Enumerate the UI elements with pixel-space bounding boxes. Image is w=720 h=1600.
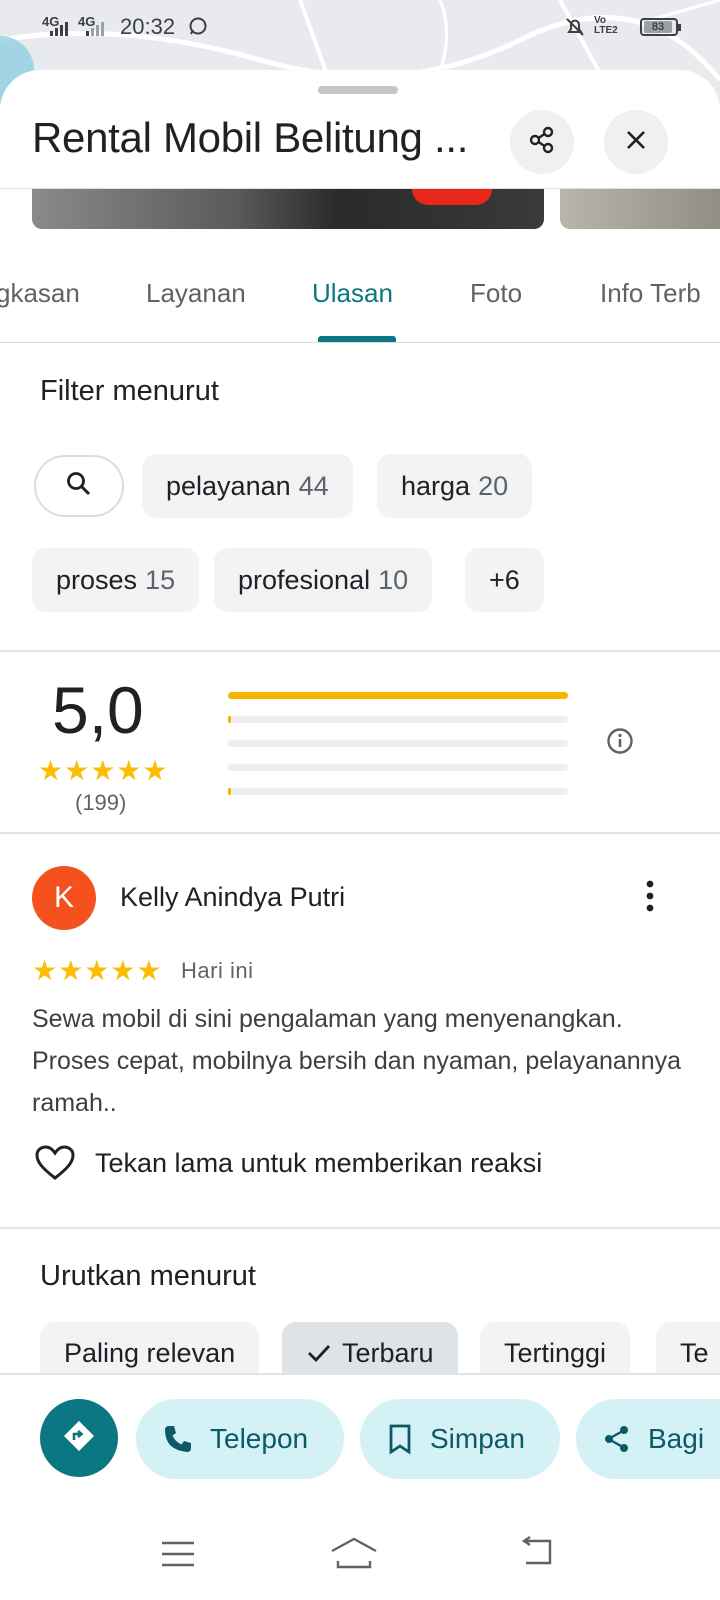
heart-icon[interactable]	[34, 1144, 76, 1187]
chip-count: 15	[145, 564, 176, 595]
filter-chip-pelayanan[interactable]: pelayanan 44	[142, 454, 353, 518]
tab-layanan[interactable]: Layanan	[146, 278, 246, 309]
sort-option-label: Paling relevan	[64, 1337, 236, 1368]
review-stars: ★★★★★	[32, 955, 163, 986]
review-count: (199)	[75, 790, 127, 815]
tab-ringkasan[interactable]: gkasan	[0, 278, 80, 309]
system-nav-bar	[0, 1513, 720, 1600]
directions-button[interactable]	[40, 1399, 118, 1477]
close-button[interactable]	[604, 110, 668, 174]
share-label: Bagi	[648, 1423, 705, 1454]
rating-bar-4	[228, 716, 568, 723]
call-label: Telepon	[210, 1423, 309, 1454]
tab-ulasan[interactable]: Ulasan	[312, 278, 393, 309]
chip-label: proses	[56, 564, 138, 595]
review-date: Hari ini	[181, 958, 254, 983]
menu-icon[interactable]	[160, 1539, 196, 1574]
divider	[0, 832, 720, 834]
action-bar: Telepon Simpan Bagi	[0, 1373, 720, 1515]
drag-handle[interactable]	[318, 86, 398, 94]
mute-notification-icon	[564, 16, 586, 43]
photo-strip[interactable]	[0, 188, 720, 231]
battery-icon: 83	[640, 18, 681, 36]
back-icon[interactable]	[520, 1535, 556, 1574]
search-reviews-button[interactable]	[34, 455, 124, 517]
rating-bar-fill	[228, 788, 231, 795]
signal-icon	[86, 20, 106, 36]
more-filters-chip[interactable]: +6	[465, 548, 544, 612]
rating-bar-3	[228, 740, 568, 747]
whatsapp-icon	[188, 16, 208, 41]
chip-label: harga	[401, 470, 471, 501]
search-icon	[65, 470, 93, 503]
reviewer-avatar[interactable]: K	[32, 866, 96, 930]
tab-info[interactable]: Info Terb	[600, 278, 701, 309]
signal-icon	[50, 20, 70, 36]
filter-chip-harga[interactable]: harga 20	[377, 454, 533, 518]
more-options-icon[interactable]	[636, 876, 664, 921]
share-icon	[602, 1424, 648, 1454]
filter-chip-profesional[interactable]: profesional 10	[214, 548, 433, 612]
rating-bar-5	[228, 692, 568, 699]
chip-label: +6	[489, 564, 520, 595]
sort-option-label: Terbaru	[342, 1337, 434, 1368]
tab-bar: gkasan Layanan Ulasan Foto Info Terb	[0, 266, 720, 343]
info-icon[interactable]	[606, 727, 634, 760]
bookmark-icon	[386, 1423, 430, 1455]
place-title: Rental Mobil Belitung ...	[32, 114, 469, 161]
rating-bar-fill	[228, 692, 568, 699]
call-button[interactable]: Telepon	[136, 1399, 344, 1479]
save-label: Simpan	[430, 1423, 525, 1454]
sort-option-label: Te	[680, 1337, 709, 1368]
rating-bar-1	[228, 788, 568, 795]
sort-option-label: Tertinggi	[504, 1337, 607, 1368]
rating-bar-fill	[228, 716, 231, 723]
sort-heading: Urutkan menurut	[40, 1260, 256, 1292]
home-icon[interactable]	[330, 1535, 378, 1576]
phone-icon	[162, 1423, 210, 1455]
average-rating: 5,0	[52, 673, 144, 747]
filter-heading: Filter menurut	[40, 375, 219, 407]
divider	[0, 650, 720, 652]
battery-level: 83	[644, 21, 672, 33]
active-tab-indicator	[318, 336, 396, 342]
directions-icon	[62, 1419, 96, 1458]
status-time: 20:32	[120, 14, 176, 39]
review-text[interactable]: Sewa mobil di sini pengalaman yang menye…	[32, 998, 702, 1124]
share-place-button[interactable]: Bagi	[576, 1399, 720, 1479]
place-photo[interactable]	[560, 189, 720, 229]
place-sheet: Rental Mobil Belitung ... gkasan Layanan…	[0, 70, 720, 1600]
status-bar: 4G 4G 20:32 Vo LTE2 83	[0, 0, 720, 56]
tab-foto[interactable]: Foto	[470, 278, 522, 309]
chip-count: 20	[478, 470, 509, 501]
close-icon	[624, 128, 648, 157]
place-photo[interactable]	[32, 189, 544, 229]
chip-label: pelayanan	[166, 470, 291, 501]
rating-stars: ★★★★★	[38, 755, 169, 786]
rating-bar-2	[228, 764, 568, 771]
check-icon	[306, 1342, 332, 1364]
share-icon	[527, 125, 557, 160]
filter-chip-proses[interactable]: proses 15	[32, 548, 200, 612]
reaction-hint: Tekan lama untuk memberikan reaksi	[95, 1148, 543, 1178]
chip-count: 10	[378, 564, 409, 595]
chip-count: 44	[298, 470, 329, 501]
share-button[interactable]	[510, 110, 574, 174]
save-button[interactable]: Simpan	[360, 1399, 560, 1479]
chip-label: profesional	[238, 564, 371, 595]
divider	[0, 1227, 720, 1229]
volte-indicator: Vo LTE2	[594, 15, 618, 36]
reviewer-name[interactable]: Kelly Anindya Putri	[120, 882, 345, 913]
